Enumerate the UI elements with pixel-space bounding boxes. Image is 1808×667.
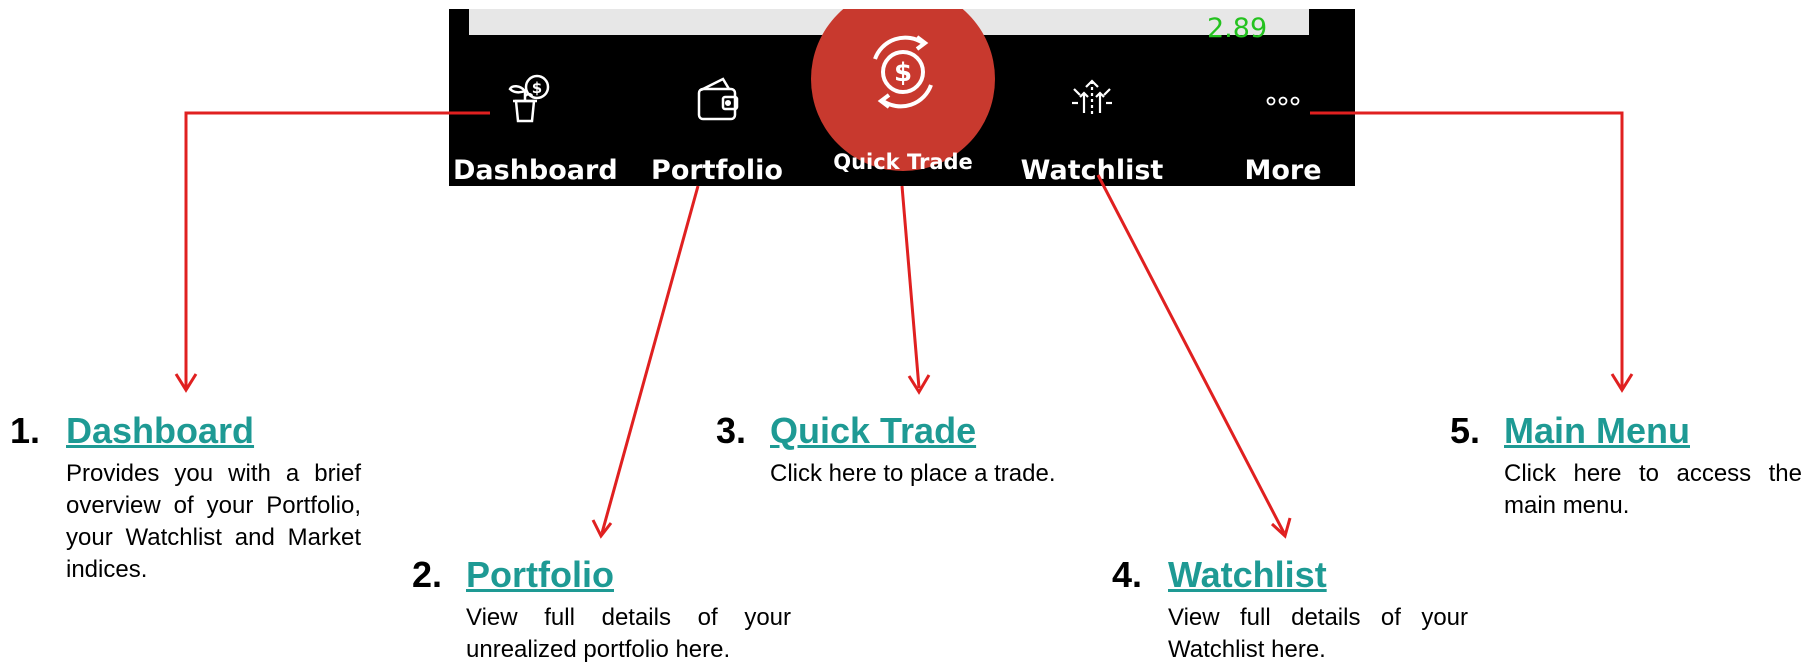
arrow-main-menu [1310,111,1624,388]
main-menu-link[interactable]: Main Menu [1504,410,1690,452]
dashboard-link[interactable]: Dashboard [66,410,254,452]
callout-description: Click here to place a trade. [770,460,1056,487]
callout-description: Provides you with a brief overview of yo… [66,460,361,583]
callout-description: View full details of your Watchlist here… [1168,604,1468,663]
callout-number: 5. [1450,410,1481,451]
watchlist-link[interactable]: Watchlist [1168,554,1327,596]
callout-description: Click here to access the main menu. [1504,460,1802,519]
callout-number: 3. [716,410,747,451]
arrow-quick-trade [900,185,921,389]
portfolio-link[interactable]: Portfolio [466,554,614,596]
arrow-portfolio [600,185,700,534]
callout-number: 2. [412,554,443,595]
arrow-dashboard [184,111,490,388]
callout-number: 1. [10,410,41,451]
callout-description: View full details of your unrealized por… [466,604,791,663]
callout-number: 4. [1112,554,1143,595]
arrow-watchlist [1096,174,1286,534]
quick-trade-link[interactable]: Quick Trade [770,410,976,452]
